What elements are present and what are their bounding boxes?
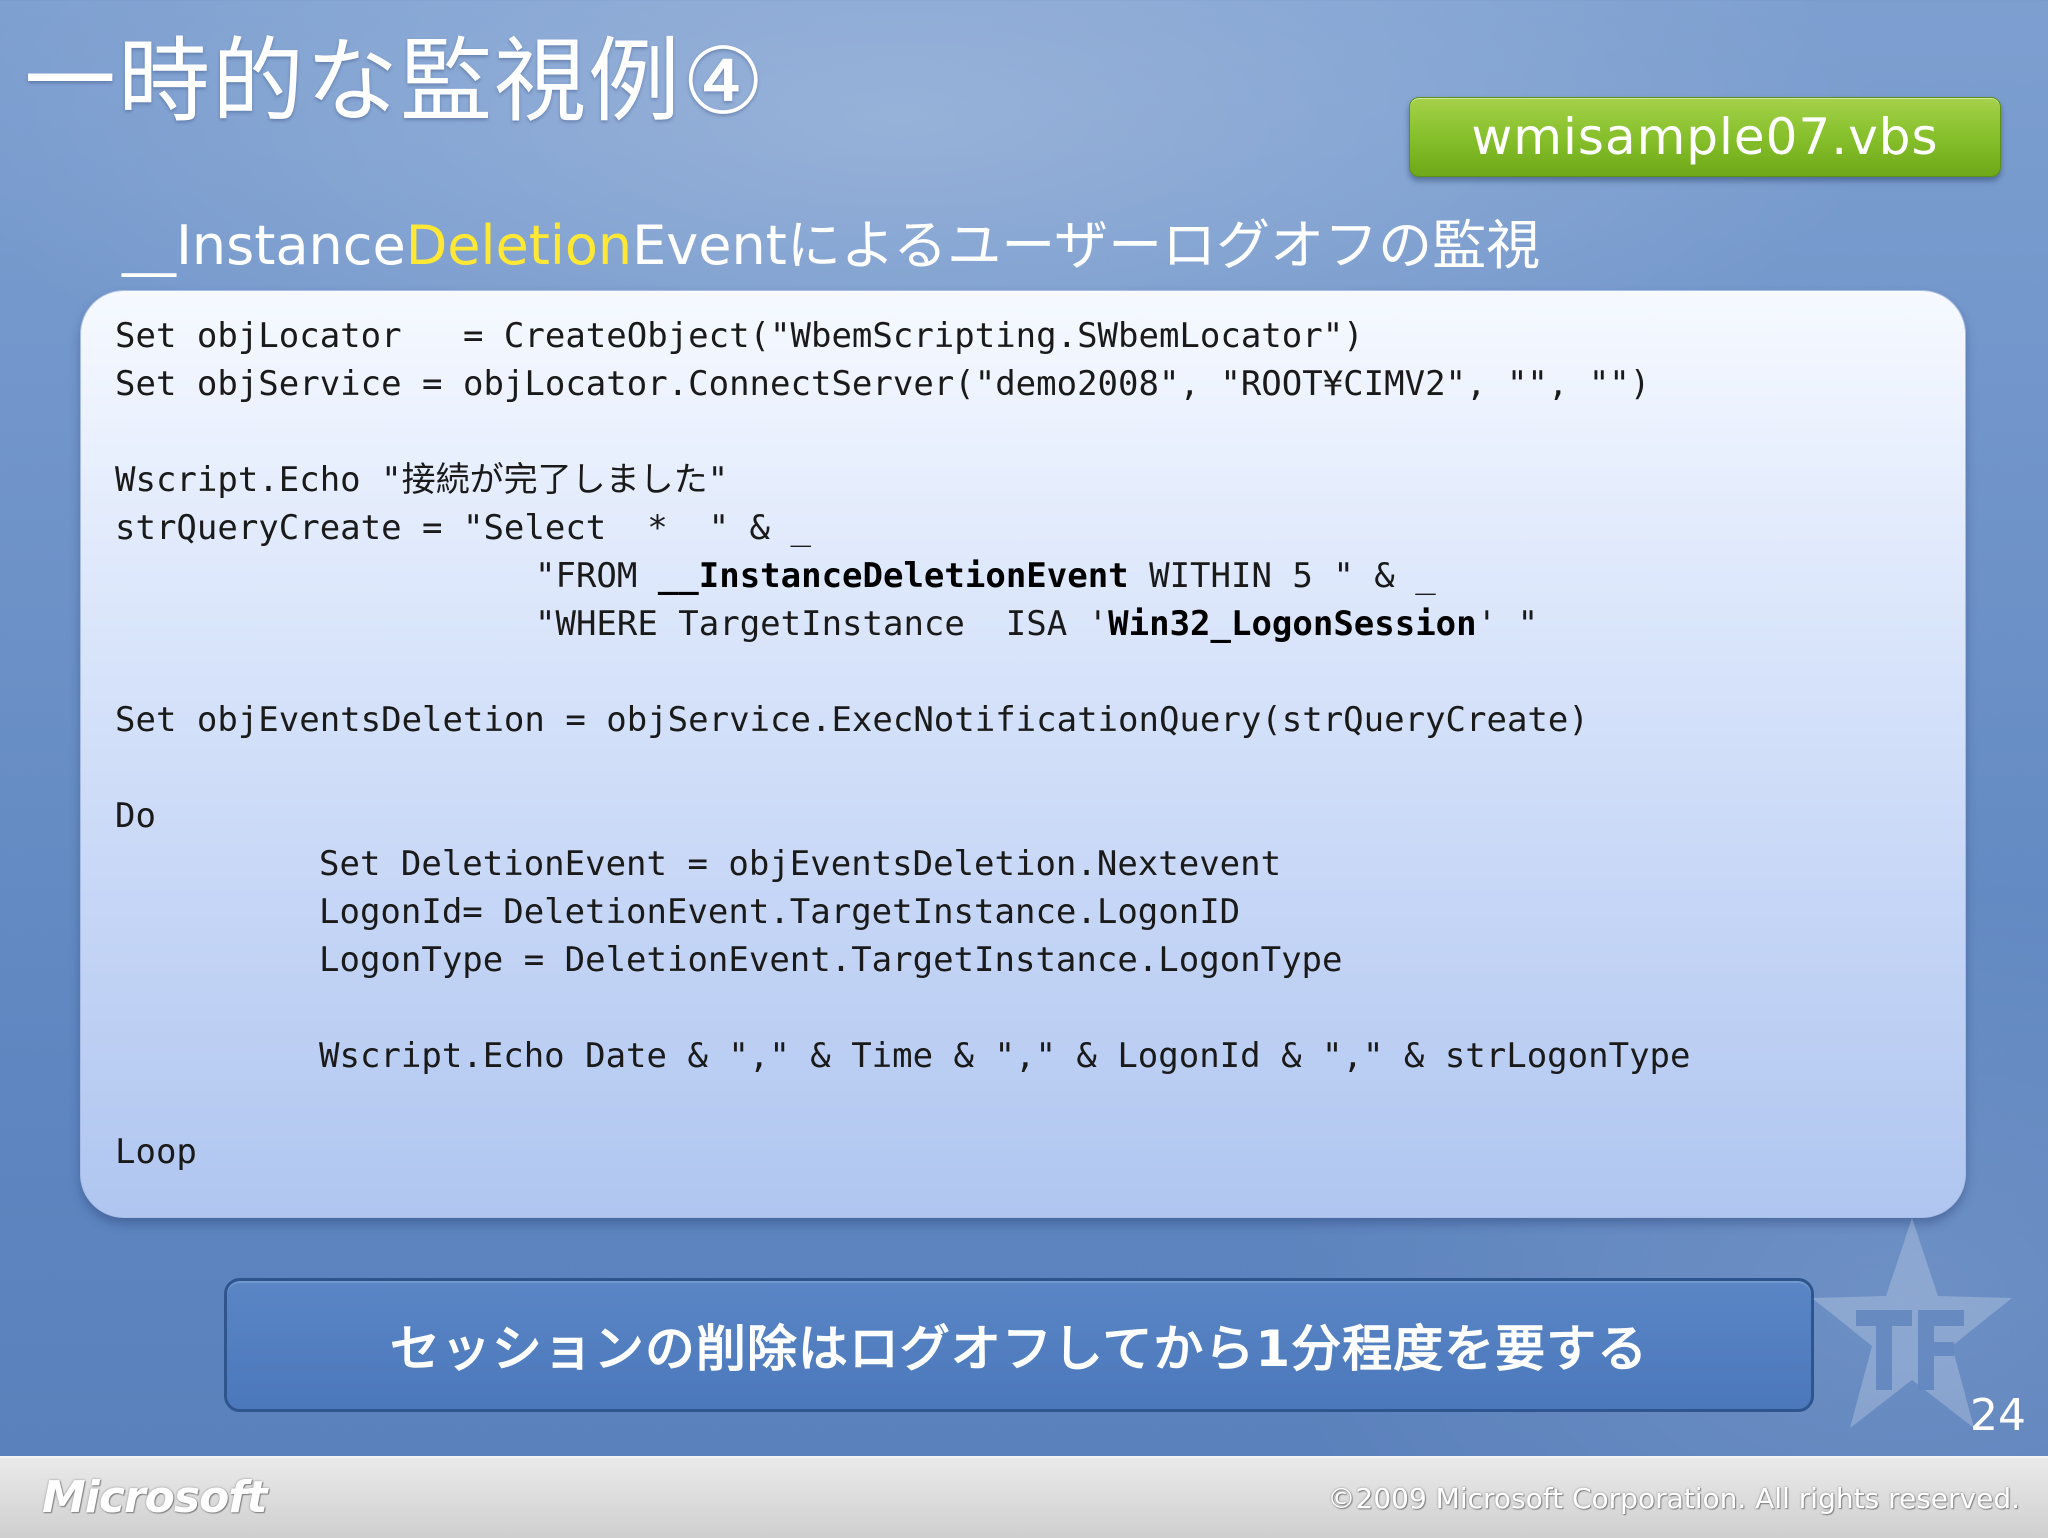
code-line-6-bold: Win32_LogonSession xyxy=(1108,604,1477,644)
code-line-7: Set objEventsDeletion = objService.ExecN… xyxy=(115,700,1589,740)
code-line-8: Do xyxy=(115,796,156,836)
code-line-9: Set DeletionEvent = objEventsDeletion.Ne… xyxy=(319,844,1282,884)
code-line-13: Loop xyxy=(115,1132,197,1172)
code-line-5-post: WITHIN 5 " & _ xyxy=(1128,556,1436,596)
slide-subtitle: __InstanceDeletionEventによるユーザーログオフの監視 xyxy=(122,216,1540,275)
subtitle-prefix: __Instance xyxy=(122,214,406,277)
copyright-text: ©2009 Microsoft Corporation. All rights … xyxy=(1327,1482,2021,1515)
code-line-5: "FROM __InstanceDeletionEvent WITHIN 5 "… xyxy=(535,559,1436,593)
code-line-1: Set objLocator = CreateObject("WbemScrip… xyxy=(115,316,1364,356)
page-number: 24 xyxy=(1970,1390,2026,1441)
code-line-4: strQueryCreate = "Select * " & _ xyxy=(115,508,811,548)
code-line-5-bold: __InstanceDeletionEvent xyxy=(657,556,1129,596)
code-line-5-pre: "FROM xyxy=(535,556,658,596)
slide-title: 一時的な監視例④ xyxy=(24,28,767,135)
code-panel: Set objLocator = CreateObject("WbemScrip… xyxy=(80,290,1966,1218)
subtitle-highlight: Deletion xyxy=(405,214,633,277)
callout-text: セッションの削除はログオフしてから1分程度を要する xyxy=(389,1320,1649,1378)
filename-badge-label: wmisample07.vbs xyxy=(1471,108,1939,166)
code-line-12: Wscript.Echo Date & "," & Time & "," & L… xyxy=(319,1036,1691,1076)
code-line-3: Wscript.Echo "接続が完了しました" xyxy=(115,460,729,500)
code-line-10: LogonId= DeletionEvent.TargetInstance.Lo… xyxy=(319,892,1241,932)
code-line-2: Set objService = objLocator.ConnectServe… xyxy=(115,364,1651,404)
microsoft-logo: Microsoft xyxy=(42,1472,267,1523)
code-line-6-pre: "WHERE TargetInstance ISA ' xyxy=(535,604,1109,644)
callout-box: セッションの削除はログオフしてから1分程度を要する xyxy=(224,1278,1814,1412)
filename-badge: wmisample07.vbs xyxy=(1409,97,2001,177)
footer-bar: Microsoft ©2009 Microsoft Corporation. A… xyxy=(0,1456,2048,1538)
code-line-6-post: ' " xyxy=(1476,604,1539,644)
code-line-6: "WHERE TargetInstance ISA 'Win32_LogonSe… xyxy=(535,607,1538,641)
code-line-11: LogonType = DeletionEvent.TargetInstance… xyxy=(319,940,1343,980)
subtitle-suffix: Eventによるユーザーログオフの監視 xyxy=(632,214,1541,277)
